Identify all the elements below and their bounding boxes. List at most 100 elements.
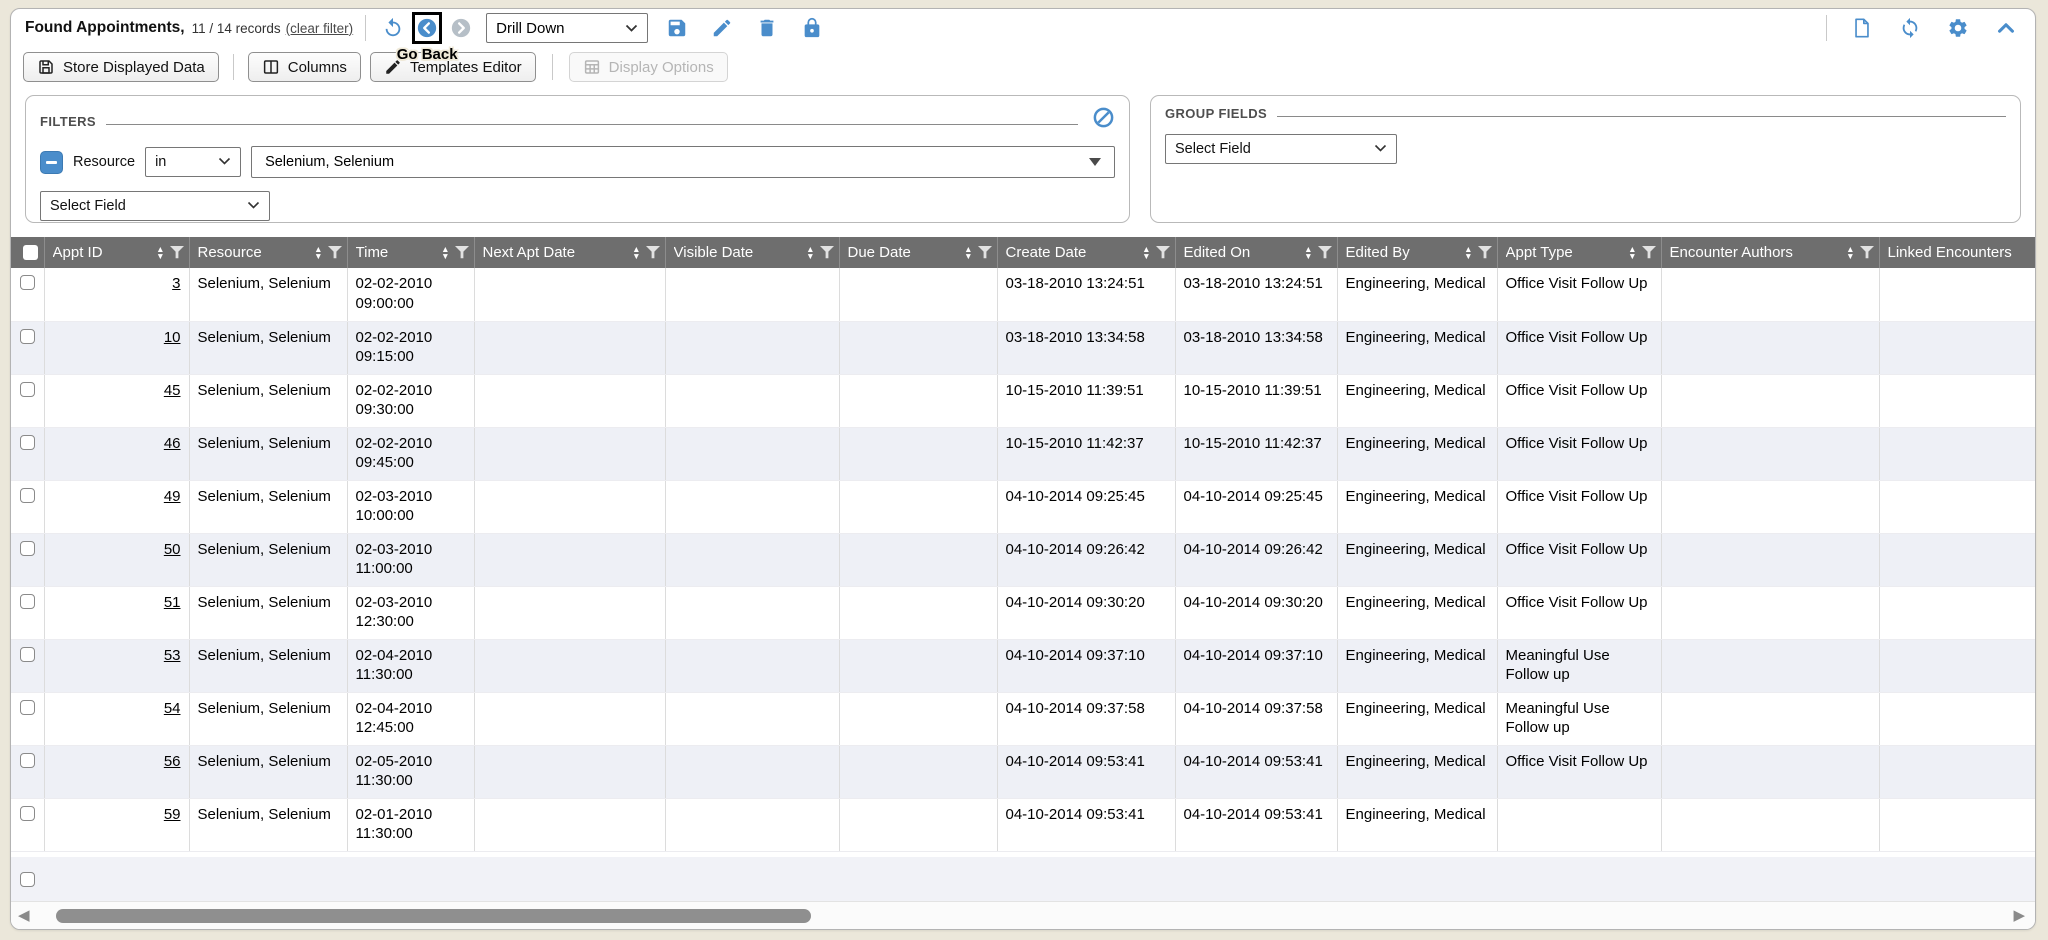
column-header-appt_type[interactable]: Appt Type▲▼ — [1497, 237, 1661, 268]
filter-icon[interactable] — [1318, 246, 1332, 259]
cell-resource: Selenium, Selenium — [189, 692, 347, 745]
sort-icon[interactable]: ▲▼ — [806, 246, 814, 260]
clear-filters-button[interactable] — [1092, 106, 1115, 134]
lock-view-button[interactable] — [800, 16, 824, 40]
appt-id-link[interactable]: 54 — [164, 700, 181, 717]
column-header-edited_by[interactable]: Edited By▲▼ — [1337, 237, 1497, 268]
row-checkbox[interactable] — [20, 647, 35, 662]
column-header-linked_encounters[interactable]: Linked Encounters — [1879, 237, 2035, 268]
cell-appt_type: Office Visit Follow Up — [1497, 533, 1661, 586]
row-checkbox[interactable] — [20, 382, 35, 397]
appt-id-link[interactable]: 56 — [164, 753, 181, 770]
cell-time: 02-05-2010 11:30:00 — [347, 745, 474, 798]
cell-linked_encounters — [1879, 586, 2035, 639]
horizontal-scrollbar[interactable]: ◀ ▶ — [11, 901, 2035, 929]
sort-icon[interactable]: ▲▼ — [1304, 246, 1312, 260]
sort-icon[interactable]: ▲▼ — [1846, 246, 1854, 260]
row-checkbox[interactable] — [20, 435, 35, 450]
filter-value-text: Selenium, Selenium — [265, 154, 394, 170]
column-header-due_date[interactable]: Due Date▲▼ — [839, 237, 997, 268]
appt-id-link[interactable]: 51 — [164, 594, 181, 611]
column-header-encounter_authors[interactable]: Encounter Authors▲▼ — [1661, 237, 1879, 268]
cell-visible_date — [665, 268, 839, 321]
refresh-button[interactable] — [1898, 16, 1922, 40]
appt-id-link[interactable]: 46 — [164, 435, 181, 452]
undo-button[interactable] — [381, 16, 405, 40]
go-back-button[interactable]: Go Back — [412, 12, 442, 44]
cell-appt_id: 50 — [44, 533, 189, 586]
scroll-left-arrow-icon[interactable]: ◀ — [18, 905, 30, 927]
footer-row-checkbox[interactable] — [20, 872, 35, 887]
filter-icon[interactable] — [978, 246, 992, 259]
undo-icon — [382, 17, 404, 39]
filter-icon[interactable] — [170, 246, 184, 259]
column-header-appt_id[interactable]: Appt ID▲▼ — [44, 237, 189, 268]
appt-id-link[interactable]: 50 — [164, 541, 181, 558]
column-header-resource[interactable]: Resource▲▼ — [189, 237, 347, 268]
sort-icon[interactable]: ▲▼ — [441, 246, 449, 260]
filter-icon[interactable] — [328, 246, 342, 259]
cell-encounter_authors — [1661, 480, 1879, 533]
appt-id-link[interactable]: 3 — [172, 275, 180, 292]
go-forward-button[interactable] — [449, 16, 473, 40]
column-header-next_apt_date[interactable]: Next Apt Date▲▼ — [474, 237, 665, 268]
delete-view-button[interactable] — [755, 16, 779, 40]
filter-icon[interactable] — [1156, 246, 1170, 259]
filter-operator-select[interactable]: in — [145, 147, 241, 177]
funnel-icon — [646, 246, 660, 259]
remove-filter-button[interactable] — [40, 151, 63, 174]
filter-icon[interactable] — [455, 246, 469, 259]
row-checkbox[interactable] — [20, 806, 35, 821]
sort-icon[interactable]: ▲▼ — [1142, 246, 1150, 260]
clear-filter-link[interactable]: (clear filter) — [286, 21, 354, 36]
filter-value-combobox[interactable]: Selenium, Selenium — [251, 146, 1115, 178]
group-field-select[interactable]: Select Field — [1165, 134, 1397, 164]
scrollbar-thumb[interactable] — [56, 909, 811, 923]
select-all-checkbox[interactable] — [23, 245, 38, 260]
appt-id-link[interactable]: 53 — [164, 647, 181, 664]
filter-icon[interactable] — [820, 246, 834, 259]
cell-create_date: 03-18-2010 13:24:51 — [997, 268, 1175, 321]
row-checkbox[interactable] — [20, 700, 35, 715]
filter-icon[interactable] — [1860, 246, 1874, 259]
row-checkbox[interactable] — [20, 541, 35, 556]
sort-icon[interactable]: ▲▼ — [156, 246, 164, 260]
sort-icon[interactable]: ▲▼ — [1464, 246, 1472, 260]
appt-id-link[interactable]: 45 — [164, 382, 181, 399]
sort-icon[interactable]: ▲▼ — [314, 246, 322, 260]
filter-icon[interactable] — [1478, 246, 1492, 259]
divider — [1277, 116, 2006, 117]
row-checkbox[interactable] — [20, 594, 35, 609]
filter-icon[interactable] — [646, 246, 660, 259]
filter-icon[interactable] — [1642, 246, 1656, 259]
column-header-create_date[interactable]: Create Date▲▼ — [997, 237, 1175, 268]
row-checkbox[interactable] — [20, 329, 35, 344]
appt-id-link[interactable]: 59 — [164, 806, 181, 823]
appt-id-link[interactable]: 10 — [164, 329, 181, 346]
sort-icon[interactable]: ▲▼ — [632, 246, 640, 260]
new-document-button[interactable] — [1850, 16, 1874, 40]
sort-icon[interactable]: ▲▼ — [964, 246, 972, 260]
divider — [552, 54, 553, 80]
row-checkbox[interactable] — [20, 488, 35, 503]
settings-button[interactable] — [1946, 16, 1970, 40]
column-header-edited_on[interactable]: Edited On▲▼ — [1175, 237, 1337, 268]
row-checkbox[interactable] — [20, 753, 35, 768]
add-filter-field-select[interactable]: Select Field — [40, 191, 270, 221]
store-displayed-data-button[interactable]: Store Displayed Data — [23, 52, 219, 82]
settings-gear-icon — [1947, 17, 1969, 39]
column-header-visible_date[interactable]: Visible Date▲▼ — [665, 237, 839, 268]
sort-icon[interactable]: ▲▼ — [1628, 246, 1636, 260]
collapse-panel-button[interactable] — [1994, 16, 2018, 40]
column-header-time[interactable]: Time▲▼ — [347, 237, 474, 268]
scroll-right-arrow-icon[interactable]: ▶ — [2013, 905, 2025, 927]
appt-id-link[interactable]: 49 — [164, 488, 181, 505]
save-view-button[interactable] — [665, 16, 689, 40]
select-all-header[interactable] — [11, 237, 44, 268]
display-options-button[interactable]: Display Options — [569, 52, 728, 82]
row-checkbox[interactable] — [20, 275, 35, 290]
columns-button[interactable]: Columns — [248, 52, 361, 82]
cell-appt_type: Office Visit Follow Up — [1497, 427, 1661, 480]
edit-view-button[interactable] — [710, 16, 734, 40]
drill-down-select[interactable]: Drill Down — [486, 13, 648, 43]
